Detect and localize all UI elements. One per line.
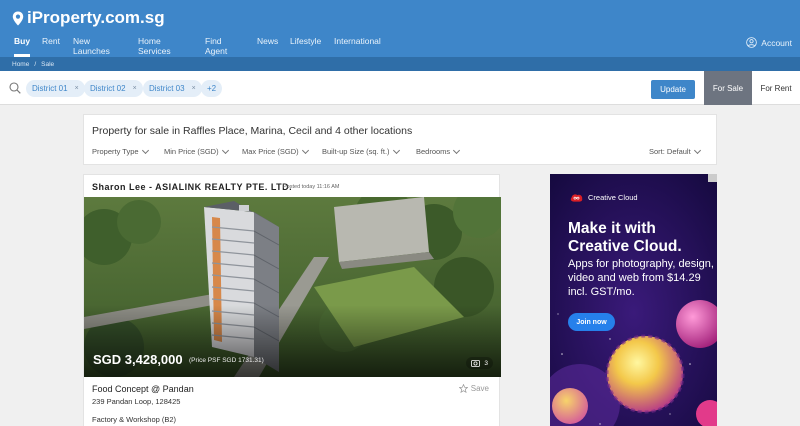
agent-name[interactable]: Sharon Lee - ASIALINK REALTY PTE. LTD. (92, 182, 292, 192)
location-pin-icon (12, 11, 24, 25)
chip-remove-icon[interactable]: × (133, 85, 137, 92)
ad-brand: Creative Cloud (570, 192, 638, 203)
location-chip[interactable]: District 03 × (143, 80, 202, 97)
star-icon (458, 384, 468, 393)
tab-for-sale[interactable]: For Sale (704, 71, 752, 105)
location-chip[interactable]: District 01 × (26, 80, 85, 97)
ad-headline: Make it with Creative Cloud. (568, 220, 717, 256)
search-icon[interactable] (9, 82, 21, 94)
chip-remove-icon[interactable]: × (192, 85, 196, 92)
filter-min-price[interactable]: Min Price (SGD) (164, 146, 229, 156)
building-photo (84, 197, 501, 377)
filter-label: Bedrooms (416, 147, 451, 156)
more-locations-chip[interactable]: +2 (201, 80, 223, 97)
listing-address: 239 Pandan Loop, 128425 (92, 397, 181, 406)
ad-body-text: Apps for photography, design, video and … (568, 258, 714, 298)
account-label: Account (761, 37, 792, 48)
filter-max-price[interactable]: Max Price (SGD) (242, 146, 309, 156)
chevron-down-icon (693, 146, 701, 154)
listing-price: SGD 3,428,000 (93, 352, 183, 367)
breadcrumb: Home / Sale (0, 57, 800, 71)
sort-label: Sort: Default (649, 147, 691, 156)
account-icon (746, 37, 758, 48)
join-now-button[interactable]: Join now (568, 313, 615, 331)
nav-find-agent[interactable]: Find Agent (205, 36, 227, 57)
photo-count-badge[interactable]: 3 (466, 357, 493, 369)
nav-new-launches[interactable]: New Launches (73, 36, 110, 57)
update-button[interactable]: Update (651, 80, 695, 99)
breadcrumb-current: Sale (41, 60, 55, 68)
save-label: Save (470, 384, 489, 393)
camera-icon (471, 360, 481, 367)
account-link[interactable]: Account (746, 37, 792, 48)
listing-photo[interactable]: SGD 3,428,000 (Price PSF SGD 1731.31) 3 (84, 197, 501, 377)
ad-headline-line: Make it with (568, 220, 656, 237)
nav-lifestyle[interactable]: Lifestyle (290, 36, 321, 57)
top-header: iProperty.com.sg Buy Rent New Launches H… (0, 0, 800, 57)
nav-rent[interactable]: Rent (42, 36, 60, 57)
location-chip[interactable]: District 02 × (84, 80, 143, 97)
chip-remove-icon[interactable]: × (75, 85, 79, 92)
listing-title[interactable]: Food Concept @ Pandan (92, 384, 194, 394)
chevron-down-icon (221, 146, 229, 154)
listing-card[interactable]: Sharon Lee - ASIALINK REALTY PTE. LTD. P… (83, 174, 501, 426)
filter-label: Min Price (SGD) (164, 147, 219, 156)
advertisement[interactable]: Creative Cloud Make it with Creative Clo… (550, 174, 717, 426)
tab-for-rent[interactable]: For Rent (752, 71, 800, 105)
chevron-down-icon (453, 146, 461, 154)
creative-cloud-logo-icon (570, 194, 583, 202)
sort-dropdown[interactable]: Sort: Default (649, 146, 701, 156)
chevron-down-icon (141, 146, 149, 154)
search-bar: District 01 × District 02 × District 03 … (0, 71, 800, 105)
save-button[interactable]: Save (458, 384, 489, 393)
filter-label: Property Type (92, 147, 139, 156)
breadcrumb-separator: / (34, 60, 37, 68)
chip-label: District 02 (90, 84, 126, 93)
filter-bedrooms[interactable]: Bedrooms (416, 146, 461, 156)
breadcrumb-home[interactable]: Home (12, 61, 29, 68)
results-title: Property for sale in Raffles Place, Mari… (92, 125, 413, 137)
chevron-down-icon (392, 146, 400, 154)
nav-home-services[interactable]: Home Services (138, 36, 171, 57)
nav-international[interactable]: International (334, 36, 381, 57)
photo-count: 3 (484, 359, 488, 367)
chevron-down-icon (301, 146, 309, 154)
filter-label: Built-up Size (sq. ft.) (322, 147, 390, 156)
ad-brand-label: Creative Cloud (588, 193, 638, 202)
property-type: Factory & Workshop (B2) (92, 415, 177, 424)
nav-buy[interactable]: Buy (14, 36, 31, 57)
chip-label: District 01 (32, 84, 68, 93)
filter-label: Max Price (SGD) (242, 147, 299, 156)
ad-background (550, 174, 717, 426)
ad-close-icon[interactable] (708, 174, 717, 182)
filter-built-up-size[interactable]: Built-up Size (sq. ft.) (322, 146, 400, 156)
nav-news[interactable]: News (257, 36, 278, 57)
site-logo[interactable]: iProperty.com.sg (12, 8, 165, 28)
posted-time: Posted today 11:16 AM (283, 184, 340, 190)
filter-panel: Property for sale in Raffles Place, Mari… (83, 114, 717, 165)
chip-label: District 03 (149, 84, 185, 93)
price-per-sqft: (Price PSF SGD 1731.31) (189, 357, 264, 364)
logo-text: iProperty.com.sg (27, 8, 165, 27)
ad-headline-line: Creative Cloud. (568, 238, 682, 255)
filter-property-type[interactable]: Property Type (92, 146, 149, 156)
